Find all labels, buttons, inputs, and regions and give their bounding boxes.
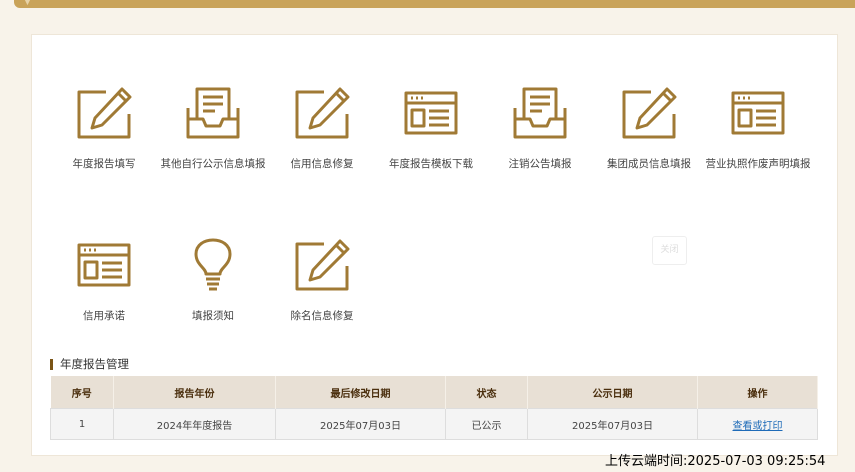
tile-label: 年度报告填写	[72, 158, 136, 170]
tile-license-void-statement[interactable]: 营业执照作废声明填报	[703, 86, 813, 171]
table-header-row: 序号 报告年份 最后修改日期 状态 公示日期 操作	[50, 376, 818, 409]
tile-filing-instructions[interactable]: 填报须知	[158, 238, 268, 323]
tile-other-disclosure[interactable]: 其他自行公示信息填报	[158, 86, 268, 171]
upload-timestamp: 上传云端时间:2025-07-03 09:25:54	[605, 454, 826, 469]
cell-published: 2025年07月03日	[527, 408, 698, 440]
pen-square-icon	[295, 87, 350, 139]
col-header-year: 报告年份	[113, 376, 276, 409]
tile-label: 信用承诺	[83, 310, 125, 322]
tile-label: 其他自行公示信息填报	[160, 158, 266, 170]
tile-label: 集团成员信息填报	[607, 158, 691, 170]
close-button[interactable]: 关闭	[652, 236, 687, 265]
cell-modified: 2025年07月03日	[275, 408, 446, 440]
web-card-icon	[731, 91, 785, 135]
tile-template-download[interactable]: 年度报告模板下载	[376, 86, 486, 171]
lightbulb-icon	[194, 238, 232, 291]
tile-annual-report-fill[interactable]: 年度报告填写	[49, 86, 159, 171]
view-or-print-link[interactable]: 查看或打印	[697, 408, 818, 440]
section-heading: 年度报告管理	[50, 356, 129, 372]
cell-year: 2024年年度报告	[113, 408, 276, 440]
section-marker	[50, 358, 53, 370]
col-header-action: 操作	[697, 376, 818, 409]
annual-report-table: 序号 报告年份 最后修改日期 状态 公示日期 操作 1 2024年年度报告 20…	[50, 376, 818, 440]
col-header-status: 状态	[445, 376, 528, 409]
tile-label: 填报须知	[192, 310, 234, 322]
document-tray-icon	[513, 87, 567, 139]
col-header-index: 序号	[50, 376, 114, 409]
tile-credit-repair[interactable]: 信用信息修复	[267, 86, 377, 171]
tile-label: 营业执照作废声明填报	[705, 158, 811, 170]
tile-removal-info-repair[interactable]: 除名信息修复	[267, 238, 377, 323]
section-title: 年度报告管理	[60, 357, 129, 371]
web-card-icon	[77, 243, 131, 287]
top-banner: ▼	[14, 0, 855, 8]
web-card-icon	[404, 91, 458, 135]
tile-label: 信用信息修复	[290, 158, 354, 170]
col-header-modified: 最后修改日期	[275, 376, 446, 409]
tile-group-member-info[interactable]: 集团成员信息填报	[594, 86, 704, 171]
cell-status: 已公示	[445, 408, 528, 440]
tile-credit-commitment[interactable]: 信用承诺	[49, 238, 159, 323]
pen-square-icon	[77, 87, 132, 139]
chevron-down-icon: ▼	[24, 0, 31, 7]
pen-square-icon	[622, 87, 677, 139]
document-tray-icon	[186, 87, 240, 139]
cell-index: 1	[50, 408, 114, 440]
col-header-published: 公示日期	[527, 376, 698, 409]
tile-label: 除名信息修复	[290, 310, 354, 322]
pen-square-icon	[295, 239, 350, 291]
table-row: 1 2024年年度报告 2025年07月03日 已公示 2025年07月03日 …	[50, 408, 818, 440]
tile-cancellation-notice[interactable]: 注销公告填报	[485, 86, 595, 171]
tile-label: 注销公告填报	[508, 158, 572, 170]
tile-label: 年度报告模板下载	[389, 158, 473, 170]
